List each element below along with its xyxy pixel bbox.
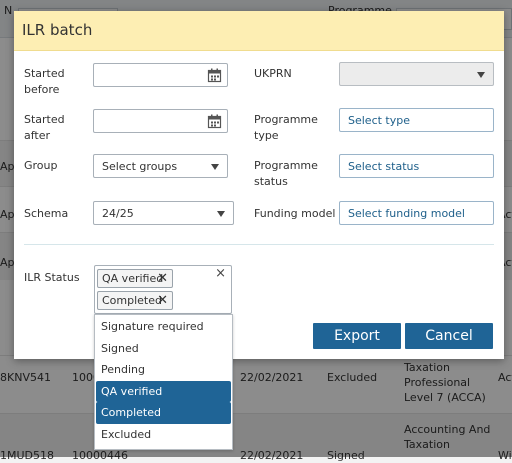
section-divider [24, 244, 494, 245]
calendar-icon[interactable] [207, 114, 222, 129]
programme-type-label: Programme type [254, 113, 318, 142]
programme-status-label: Programme status [254, 159, 318, 188]
dialog-title: ILR batch [14, 11, 504, 51]
clear-selection-icon[interactable]: × [215, 266, 226, 281]
schema-select[interactable]: 24/25 [93, 201, 234, 225]
tag-completed: Completed ✕ [97, 291, 173, 310]
chevron-down-icon [217, 211, 225, 217]
option-signature-required[interactable]: Signature required [96, 316, 231, 338]
started-after-label: Started after [24, 113, 65, 142]
chevron-down-icon [477, 72, 485, 78]
group-select[interactable]: Select groups [93, 154, 228, 178]
programme-status-select[interactable]: Select status [339, 154, 494, 178]
option-pending[interactable]: Pending [96, 359, 231, 381]
ilr-status-dropdown: Signature required Signed Pending QA ver… [94, 314, 233, 450]
started-before-label: Started before [24, 67, 65, 96]
group-label: Group [24, 159, 58, 172]
schema-label: Schema [24, 207, 69, 220]
option-excluded[interactable]: Excluded [96, 424, 231, 446]
calendar-icon[interactable] [207, 68, 222, 83]
tag-qa-verified: QA verified ✕ [97, 269, 173, 288]
ilr-status-multiselect[interactable]: QA verified ✕ Completed ✕ × [94, 265, 232, 314]
export-button[interactable]: Export [313, 323, 401, 349]
chevron-down-icon [211, 164, 219, 170]
remove-tag-icon[interactable]: ✕ [157, 271, 168, 286]
remove-tag-icon[interactable]: ✕ [157, 293, 168, 308]
ukprn-select[interactable] [339, 62, 494, 86]
cancel-button[interactable]: Cancel [405, 323, 493, 349]
funding-model-select[interactable]: Select funding model [339, 201, 494, 225]
ukprn-label: UKPRN [254, 67, 292, 80]
started-before-date-input[interactable] [93, 63, 228, 87]
option-completed[interactable]: Completed [96, 402, 231, 424]
funding-model-label: Funding model [254, 207, 336, 220]
ilr-batch-dialog: ILR batch Started before Started after G… [14, 11, 504, 359]
programme-type-select[interactable]: Select type [339, 108, 494, 132]
started-after-date-input[interactable] [93, 109, 228, 133]
option-qa-verified[interactable]: QA verified [96, 380, 231, 403]
option-signed[interactable]: Signed [96, 338, 231, 360]
ilr-status-label: ILR Status [24, 271, 80, 284]
